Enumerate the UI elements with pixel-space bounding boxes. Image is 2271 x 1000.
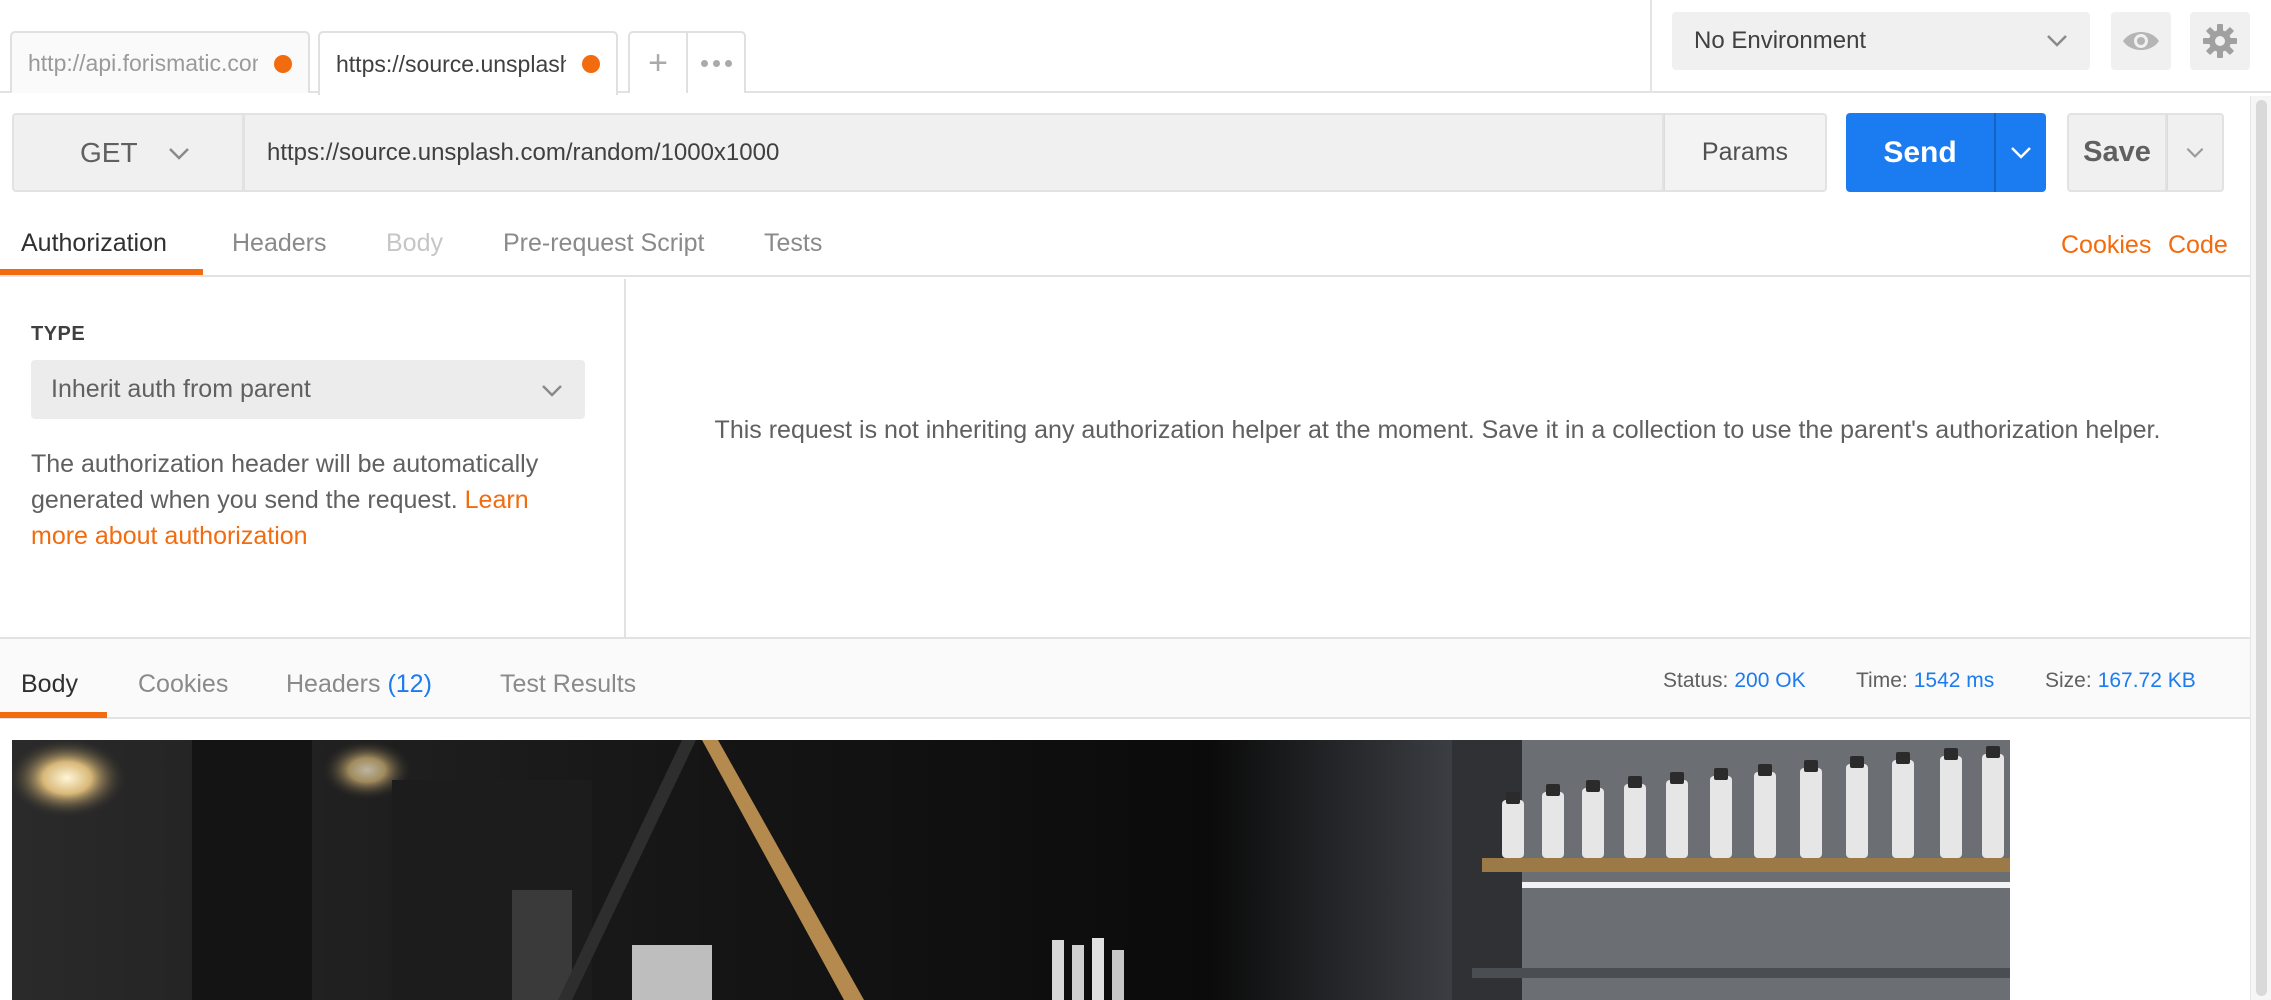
response-tab-cookies[interactable]: Cookies (138, 670, 228, 699)
plus-icon: + (648, 43, 668, 82)
eye-icon (2123, 32, 2159, 50)
response-bar: Body Cookies Headers (12) Test Results S… (0, 637, 2250, 719)
gear-icon (2203, 24, 2237, 58)
status-readout: Status: 200 OK (1663, 669, 1806, 693)
response-tab-headers-label: Headers (286, 670, 381, 698)
auth-inherit-message: This request is not inheriting any autho… (714, 416, 2161, 444)
size-readout: Size: 167.72 KB (2045, 669, 2196, 693)
response-tab-body[interactable]: Body (21, 670, 78, 699)
auth-type-label: TYPE (31, 323, 86, 345)
request-tab-forismatic[interactable]: http://api.forismatic.com (10, 31, 310, 93)
tab-label: https://source.unsplash.com (336, 50, 566, 77)
auth-type-value: Inherit auth from parent (51, 375, 311, 403)
auth-description: The authorization header will be automat… (31, 446, 591, 554)
auth-settings-panel: TYPE Inherit auth from parent The author… (0, 279, 626, 637)
headers-count-badge: (12) (387, 670, 432, 698)
chevron-down-icon (169, 148, 189, 160)
cookies-link[interactable]: Cookies (2061, 231, 2151, 260)
url-input[interactable]: https://source.unsplash.com/random/1000x… (244, 113, 1664, 192)
response-tab-headers[interactable]: Headers (12) (286, 670, 432, 699)
auth-type-select[interactable]: Inherit auth from parent (31, 360, 585, 419)
tab-headers[interactable]: Headers (232, 229, 327, 258)
chevron-down-icon (542, 385, 562, 397)
size-label: Size: (2045, 669, 2092, 692)
request-tab-strip: http://api.forismatic.com https://source… (0, 0, 2271, 95)
chevron-down-icon (2047, 35, 2067, 47)
environment-select[interactable]: No Environment (1672, 12, 2090, 70)
active-tab-indicator (0, 269, 203, 275)
tab-body[interactable]: Body (386, 229, 443, 258)
save-dropdown-button[interactable] (2167, 113, 2224, 192)
more-icon (700, 59, 708, 67)
time-label: Time: (1856, 669, 1908, 692)
unsaved-dot-icon (274, 55, 292, 73)
time-readout: Time: 1542 ms (1856, 669, 1994, 693)
auth-description-text: The authorization header will be automat… (31, 450, 539, 514)
tab-authorization[interactable]: Authorization (21, 229, 167, 258)
response-image-preview (12, 740, 2010, 1000)
new-tab-button[interactable]: + (628, 31, 688, 93)
response-tab-test-results[interactable]: Test Results (500, 670, 636, 699)
divider (1650, 0, 1652, 93)
method-label: GET (80, 136, 138, 168)
tab-pre-request-script[interactable]: Pre-request Script (503, 229, 704, 258)
request-tab-unsplash[interactable]: https://source.unsplash.com (318, 31, 618, 95)
time-value: 1542 ms (1913, 669, 1995, 692)
method-select[interactable]: GET (12, 113, 244, 192)
active-tab-indicator (0, 712, 107, 718)
chevron-down-icon (2186, 147, 2204, 158)
send-dropdown-button[interactable] (1994, 113, 2046, 192)
tab-more-button[interactable] (688, 31, 746, 93)
scrollbar-thumb[interactable] (2256, 100, 2267, 996)
send-button[interactable]: Send (1846, 113, 1994, 192)
settings-button[interactable] (2190, 12, 2250, 70)
preview-image (12, 740, 2010, 1000)
unsaved-dot-icon (582, 55, 600, 73)
vertical-scrollbar[interactable] (2250, 96, 2271, 1000)
tab-label: http://api.forismatic.com (28, 49, 258, 76)
status-value: 200 OK (1734, 669, 1806, 692)
size-value: 167.72 KB (2097, 669, 2196, 692)
request-tabs: Authorization Headers Body Pre-request S… (0, 207, 2250, 277)
tab-tests[interactable]: Tests (764, 229, 822, 258)
status-label: Status: (1663, 669, 1729, 692)
chevron-down-icon (2011, 146, 2031, 159)
environment-quick-look-button[interactable] (2111, 12, 2171, 70)
save-button[interactable]: Save (2067, 113, 2167, 192)
environment-label: No Environment (1694, 27, 1867, 54)
params-button[interactable]: Params (1664, 113, 1827, 192)
code-link[interactable]: Code (2168, 231, 2228, 260)
